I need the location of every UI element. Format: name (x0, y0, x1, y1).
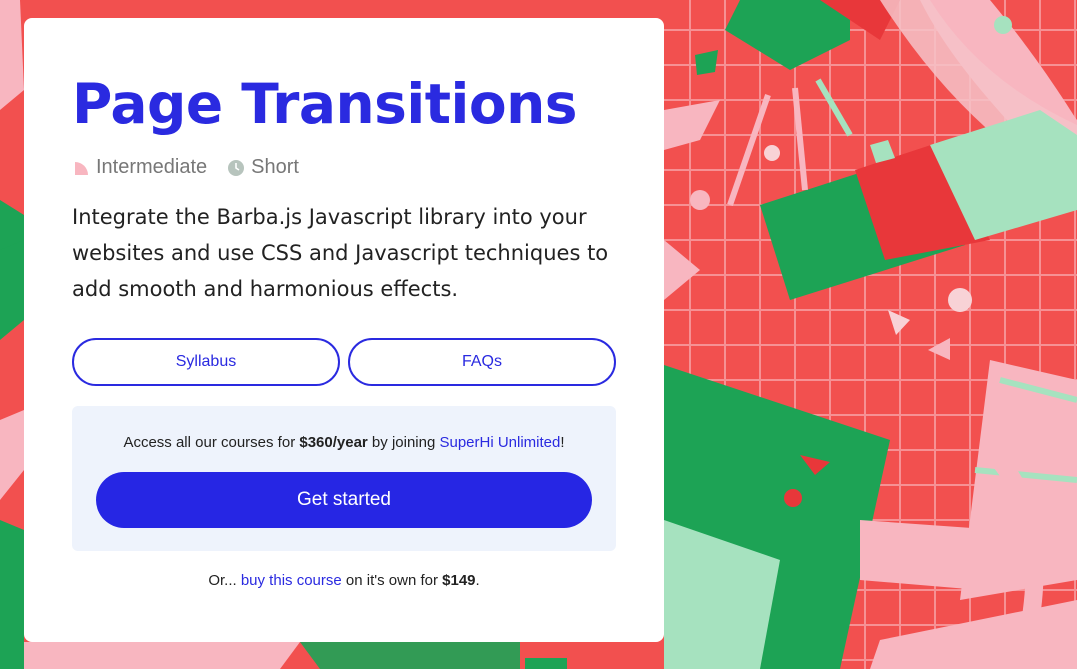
course-meta: Intermediate Short (72, 156, 299, 179)
single-purchase-note: Or... buy this course on it's own for $1… (24, 572, 664, 589)
footnote-mid: on it's own for (341, 572, 443, 589)
faqs-button[interactable]: FAQs (348, 338, 616, 386)
get-started-button[interactable]: Get started (96, 472, 592, 528)
course-title: Page Transitions (72, 72, 578, 136)
syllabus-button[interactable]: Syllabus (72, 338, 340, 386)
level-label: Intermediate (96, 156, 208, 178)
unlimited-offer-box: Access all our courses for $360/year by … (72, 406, 616, 551)
superhi-unlimited-link[interactable]: SuperHi Unlimited (439, 434, 560, 451)
offer-text-after: ! (560, 434, 565, 451)
footnote-prefix: Or... (208, 572, 241, 589)
quarter-circle-icon (75, 161, 88, 175)
offer-text-mid: by joining (367, 434, 440, 451)
clock-icon (228, 159, 245, 176)
buy-course-link[interactable]: buy this course (241, 572, 342, 589)
course-description: Integrate the Barba.js Javascript librar… (72, 205, 609, 301)
offer-text: Access all our courses for $360/year by … (72, 434, 616, 451)
offer-text-before: Access all our courses for (123, 434, 300, 451)
course-card: Page Transitions Intermediate Short Inte… (24, 18, 664, 642)
footnote-suffix: . (475, 572, 480, 589)
single-course-price: $149 (442, 572, 476, 589)
length-label: Short (251, 156, 299, 178)
offer-price: $360/year (299, 434, 368, 451)
